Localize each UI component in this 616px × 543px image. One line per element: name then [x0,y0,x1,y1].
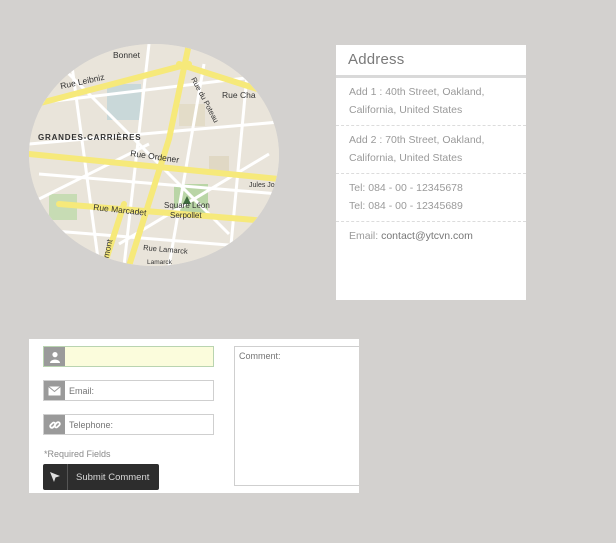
name-input[interactable] [65,347,213,366]
name-field [43,346,214,367]
address-1-line-1: Add 1 : 40th Street, Oakland, [349,86,485,98]
submit-comment-label: Submit Comment [76,471,150,483]
email-input[interactable] [65,381,213,400]
required-fields-note: *Required Fields [44,449,111,459]
address-1: Add 1 : 40th Street, Oakland, California… [336,78,526,126]
email-link[interactable]: contact@ytcvn.com [381,230,473,242]
map-graphic: Bonnet Rue Leibniz Rue du Poteau Rue Cha… [29,44,279,266]
link-icon [44,415,65,434]
address-card: Address Add 1 : 40th Street, Oakland, Ca… [336,45,526,300]
map-label-bonnet: Bonnet [113,50,141,60]
email-block: Email: contact@ytcvn.com [336,222,526,251]
telephone-2: Tel: 084 - 00 - 12345689 [349,200,463,212]
cursor-arrow-icon [43,464,68,490]
map-label-grandes-carrieres: GRANDES-CARRIÈRES [38,133,141,142]
envelope-icon [44,381,65,400]
map-label-square-leon: Square Léon [164,201,210,210]
address-2-line-2: California, United States [349,152,463,164]
comment-form: *Required Fields Submit Comment [29,339,359,493]
map-label-rue-cha: Rue Cha [222,90,256,100]
comment-textarea[interactable] [234,346,359,486]
map-label-lamarck: Lamarck [147,259,173,266]
user-icon [44,347,65,366]
telephone-input[interactable] [65,415,213,434]
telephone-field [43,414,214,435]
address-2: Add 2 : 70th Street, Oakland, California… [336,126,526,174]
address-2-line-1: Add 2 : 70th Street, Oakland, [349,134,485,146]
email-field [43,380,214,401]
map-label-serpollet: Serpollet [170,211,202,220]
location-map[interactable]: Bonnet Rue Leibniz Rue du Poteau Rue Cha… [29,44,279,266]
address-1-line-2: California, United States [349,104,463,116]
telephone-1: Tel: 084 - 00 - 12345678 [349,182,463,194]
map-label-jules-jo: Jules Jo [249,182,275,189]
submit-comment-button[interactable]: Submit Comment [43,464,159,490]
address-title: Address [336,45,526,78]
telephone-block: Tel: 084 - 00 - 12345678 Tel: 084 - 00 -… [336,174,526,222]
email-label: Email: [349,230,382,242]
